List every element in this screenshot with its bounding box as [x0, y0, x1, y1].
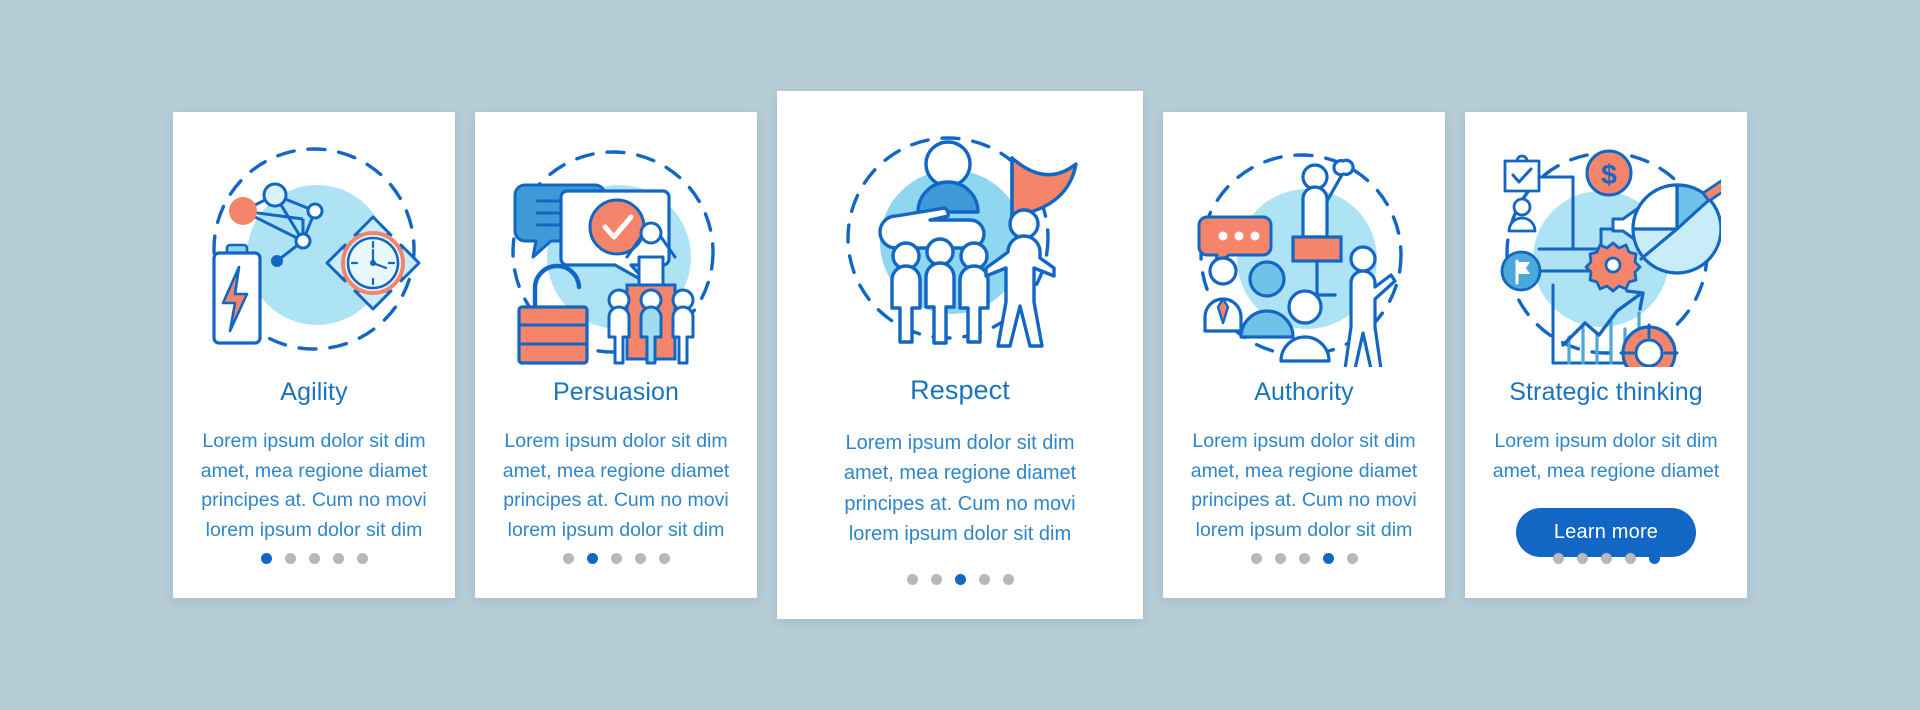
- persuasion-speech-bubble-check-padlock-people-icon: [511, 150, 715, 365]
- pagination-dot-1[interactable]: [906, 574, 918, 585]
- pagination-dot-4[interactable]: [332, 553, 344, 564]
- card-title: Agility: [280, 378, 348, 406]
- card-body-text: Lorem ipsum dolor sit dim amet, mea regi…: [1190, 430, 1418, 541]
- onboarding-card-respect[interactable]: Respect Lorem ipsum dolor sit dim amet, …: [777, 91, 1143, 619]
- pagination-dot-4[interactable]: [634, 553, 646, 564]
- card-body-text: Lorem ipsum dolor sit dim amet, mea regi…: [200, 430, 428, 541]
- card-body-text: Lorem ipsum dolor sit dim amet, mea regi…: [843, 432, 1077, 546]
- pagination-dot-2[interactable]: [586, 553, 598, 564]
- pagination-dot-3[interactable]: [1600, 553, 1612, 564]
- pagination-dot-1[interactable]: [1552, 553, 1564, 564]
- authority-illustration: [1163, 128, 1445, 376]
- pagination-dot-5[interactable]: [1648, 553, 1660, 564]
- card-title: Strategic thinking: [1509, 378, 1703, 406]
- authority-speaker-podium-audience-icon: [1197, 153, 1403, 367]
- respect-hand-people-flag-icon: [846, 136, 1078, 348]
- agility-network-battery-clock-arrows-icon: [212, 147, 421, 351]
- pagination-dot-1[interactable]: [260, 553, 272, 564]
- svg-text:$: $: [1601, 159, 1617, 190]
- pagination-dots[interactable]: [1163, 553, 1445, 564]
- onboarding-card-authority[interactable]: Authority Lorem ipsum dolor sit dim amet…: [1163, 112, 1445, 598]
- pagination-dot-1[interactable]: [562, 553, 574, 564]
- pagination-dots[interactable]: [173, 553, 455, 564]
- agility-illustration: [173, 128, 455, 376]
- pagination-dot-2[interactable]: [930, 574, 942, 585]
- pagination-dot-2[interactable]: [284, 553, 296, 564]
- card-title: Authority: [1254, 378, 1354, 406]
- strategic-thinking-illustration: $: [1465, 128, 1747, 376]
- card-body-text: Lorem ipsum dolor sit dim amet, mea regi…: [502, 430, 730, 541]
- card-body-text: Lorem ipsum dolor sit dim amet, mea regi…: [1492, 430, 1720, 482]
- pagination-dot-1[interactable]: [1250, 553, 1262, 564]
- pagination-dot-4[interactable]: [1624, 553, 1636, 564]
- strategic-thinking-chart-piechart-target-dollar-icon: $: [1500, 149, 1721, 367]
- pagination-dot-5[interactable]: [1346, 553, 1358, 564]
- pagination-dot-4[interactable]: [1322, 553, 1334, 564]
- pagination-dots[interactable]: [777, 574, 1143, 585]
- onboarding-card-strategic-thinking[interactable]: $ Strategic thinking Lorem ipsum dolor s…: [1465, 112, 1747, 598]
- onboarding-card-persuasion[interactable]: Persuasion Lorem ipsum dolor sit dim ame…: [475, 112, 757, 598]
- pagination-dot-5[interactable]: [658, 553, 670, 564]
- pagination-dot-2[interactable]: [1274, 553, 1286, 564]
- card-title: Respect: [910, 375, 1010, 405]
- pagination-dot-5[interactable]: [1002, 574, 1014, 585]
- pagination-dot-4[interactable]: [978, 574, 990, 585]
- pagination-dots[interactable]: [475, 553, 757, 564]
- pagination-dot-3[interactable]: [610, 553, 622, 564]
- learn-more-button[interactable]: Learn more: [1515, 508, 1697, 558]
- pagination-dots[interactable]: [1465, 553, 1747, 564]
- pagination-dot-5[interactable]: [356, 553, 368, 564]
- card-title: Persuasion: [552, 378, 680, 406]
- respect-illustration: [777, 109, 1143, 371]
- onboarding-card-agility[interactable]: Agility Lorem ipsum dolor sit dim amet, …: [173, 112, 455, 598]
- onboarding-screens-stage: Agility Lorem ipsum dolor sit dim amet, …: [0, 0, 1920, 710]
- pagination-dot-3[interactable]: [1298, 553, 1310, 564]
- onboarding-card-row: Agility Lorem ipsum dolor sit dim amet, …: [0, 0, 1920, 710]
- pagination-dot-2[interactable]: [1576, 553, 1588, 564]
- persuasion-illustration: [475, 128, 757, 376]
- pagination-dot-3[interactable]: [954, 574, 966, 585]
- pagination-dot-3[interactable]: [308, 553, 320, 564]
